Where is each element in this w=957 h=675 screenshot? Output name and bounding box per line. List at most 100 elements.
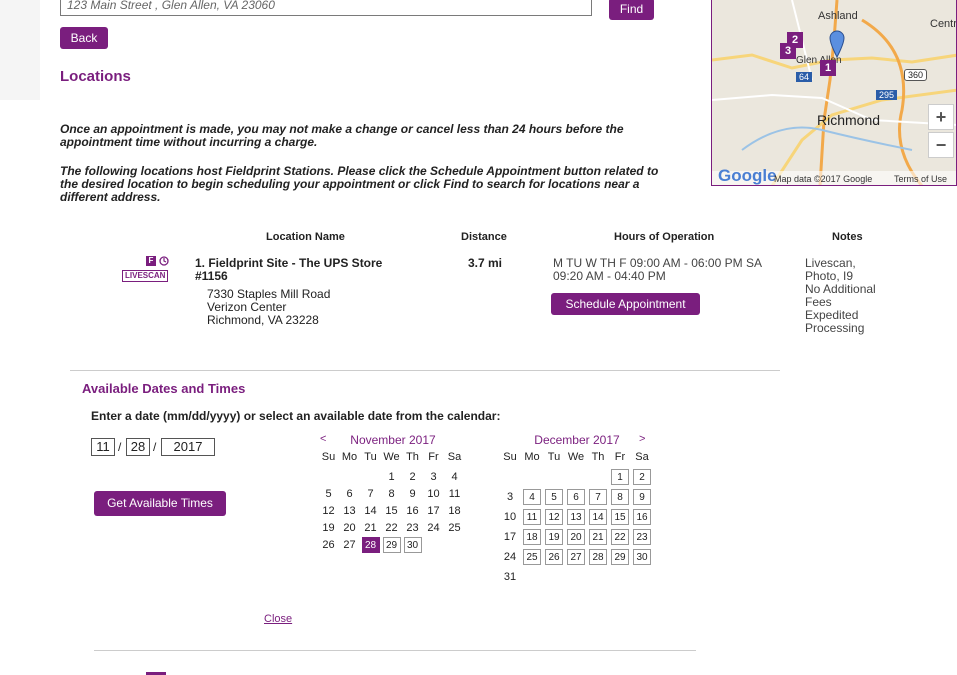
day-of-week-label: Mo	[341, 451, 358, 463]
calendar-day-available[interactable]: 9	[633, 489, 651, 505]
calendar-day-available[interactable]: 7	[589, 489, 607, 505]
calendar-day-available[interactable]: 20	[567, 529, 585, 545]
calendar-day: 9	[409, 488, 416, 500]
close-link[interactable]: Close	[264, 613, 292, 625]
calendar-day: 14	[364, 505, 377, 517]
calendar-day-available[interactable]: 27	[567, 549, 585, 565]
route-295-shield: 295	[876, 90, 898, 100]
day-of-week-label: Fr	[428, 451, 439, 463]
day-of-week-label: Sa	[447, 451, 462, 463]
calendar-day: 10	[503, 511, 517, 523]
location-distance: 3.7 mi	[468, 256, 503, 270]
calendar-day: 22	[385, 522, 398, 534]
google-logo: Google	[718, 166, 777, 185]
get-available-times-button[interactable]: Get Available Times	[94, 491, 226, 516]
day-input[interactable]: 28	[126, 438, 150, 456]
calendar-day: 12	[322, 505, 335, 517]
day-of-week-label: Th	[591, 451, 605, 463]
location-map[interactable]: Ashland Centr Glen Allen Richmond 360 64…	[711, 0, 957, 186]
calendar-november: < November 2017 Su Mo Tu We Th Fr Sa 1 2 3 4 5 6 7 8 9 1…	[318, 433, 468, 563]
calendar-day: 3	[506, 491, 514, 503]
calendar-day-available[interactable]: 8	[611, 489, 629, 505]
calendar-day-available[interactable]: 13	[567, 509, 585, 525]
calendar-day: 20	[343, 522, 356, 534]
location-name: 1. Fieldprint Site - The UPS Store #1156	[195, 256, 383, 283]
calendar-day: 17	[503, 531, 517, 543]
calendar-day-available[interactable]: 4	[523, 489, 541, 505]
calendar-day-available[interactable]: 25	[523, 549, 541, 565]
day-of-week-label: We	[567, 451, 585, 463]
back-button[interactable]: Back	[60, 27, 108, 49]
location-address: 7330 Staples Mill Road Verizon Center Ri…	[207, 287, 331, 327]
day-of-week-label: Tu	[547, 451, 561, 463]
map-label-ashland: Ashland	[818, 10, 858, 22]
map-label-centr: Centr	[930, 18, 957, 30]
map-background	[712, 0, 956, 185]
calendar-day-available[interactable]: 16	[633, 509, 651, 525]
date-separator: /	[153, 440, 157, 454]
calendar-day-available[interactable]: 11	[523, 509, 541, 525]
calendar-day-available[interactable]: 1	[611, 469, 629, 485]
cut-off-heading-fragment	[146, 666, 166, 675]
day-of-week-label: We	[383, 451, 400, 463]
terms-of-use-link[interactable]: Terms of Use	[894, 174, 947, 184]
calendar-day-selected[interactable]: 28	[361, 537, 380, 553]
calendar-day-available[interactable]: 18	[523, 529, 541, 545]
livescan-fingerprint-icon	[159, 256, 169, 266]
calendar-day-available[interactable]: 29	[611, 549, 629, 565]
fieldprint-badge-icon: F	[146, 256, 156, 266]
calendar-day: 10	[427, 488, 440, 500]
calendar-day-available[interactable]: 29	[382, 537, 401, 553]
calendar-day-available[interactable]: 5	[545, 489, 563, 505]
calendar-day-available[interactable]: 30	[633, 549, 651, 565]
calendar-day: 21	[364, 522, 377, 534]
map-data-text: Map data ©2017 Google	[774, 174, 873, 184]
calendar-day-available[interactable]: 6	[567, 489, 585, 505]
day-of-week-label: Su	[321, 451, 336, 463]
calendar-day-available[interactable]: 2	[633, 469, 651, 485]
col-hours: Hours of Operation	[614, 231, 715, 243]
zoom-out-button[interactable]: −	[928, 132, 954, 158]
route-64-shield: 64	[796, 72, 813, 82]
calendar-day: 31	[503, 571, 517, 583]
schedule-appointment-button[interactable]: Schedule Appointment	[551, 293, 700, 315]
left-gutter	[0, 0, 40, 100]
calendar-day: 8	[388, 488, 395, 500]
day-of-week-label: Mo	[524, 451, 540, 463]
address-search-input[interactable]: 123 Main Street , Glen Allen, VA 23060	[60, 0, 592, 16]
calendar-day: 23	[406, 522, 419, 534]
calendar-day: 27	[343, 539, 356, 551]
map-marker-3[interactable]: 3	[780, 43, 796, 59]
year-input[interactable]: 2017	[161, 438, 215, 456]
map-attribution: Google Map data ©2017 Google Terms of Us…	[712, 167, 956, 185]
calendar-day-available[interactable]: 30	[403, 537, 422, 553]
calendar-day-available[interactable]: 26	[545, 549, 563, 565]
calendar-day-available[interactable]: 21	[589, 529, 607, 545]
date-separator: /	[118, 440, 122, 454]
cancel-policy-notice: Once an appointment is made, you may not…	[60, 122, 624, 149]
date-instruction: Enter a date (mm/dd/yyyy) or select an a…	[91, 409, 501, 423]
find-button[interactable]: Find	[609, 0, 654, 20]
calendar-day-available[interactable]: 22	[611, 529, 629, 545]
calendar-day: 18	[448, 505, 461, 517]
map-pin-icon[interactable]	[829, 30, 845, 58]
map-marker-1[interactable]: 1	[820, 60, 836, 76]
calendar-day: 13	[343, 505, 356, 517]
calendar-day-available[interactable]: 15	[611, 509, 629, 525]
calendar-day-available[interactable]: 23	[633, 529, 651, 545]
location-notes: Livescan, Photo, I9 No Additional Fees E…	[805, 256, 876, 335]
calendar-day-available[interactable]: 14	[589, 509, 607, 525]
col-location-name: Location Name	[266, 231, 345, 243]
next-month-button[interactable]: >	[639, 433, 645, 445]
month-input[interactable]: 11	[91, 438, 115, 456]
calendar-month-label: December 2017	[534, 433, 620, 447]
calendar-day-available[interactable]: 28	[589, 549, 607, 565]
calendar-day: 15	[385, 505, 398, 517]
zoom-in-button[interactable]: +	[928, 104, 954, 130]
locations-instructions: The following locations host Fieldprint …	[60, 164, 659, 204]
calendar-day: 25	[448, 522, 461, 534]
calendar-day-available[interactable]: 19	[545, 529, 563, 545]
calendar-december: December 2017 > Su Mo Tu We Th Fr Sa 1 2 3 4 5 6 7 8 9 1…	[497, 433, 657, 593]
calendar-day-available[interactable]: 12	[545, 509, 563, 525]
section-divider	[70, 370, 780, 371]
